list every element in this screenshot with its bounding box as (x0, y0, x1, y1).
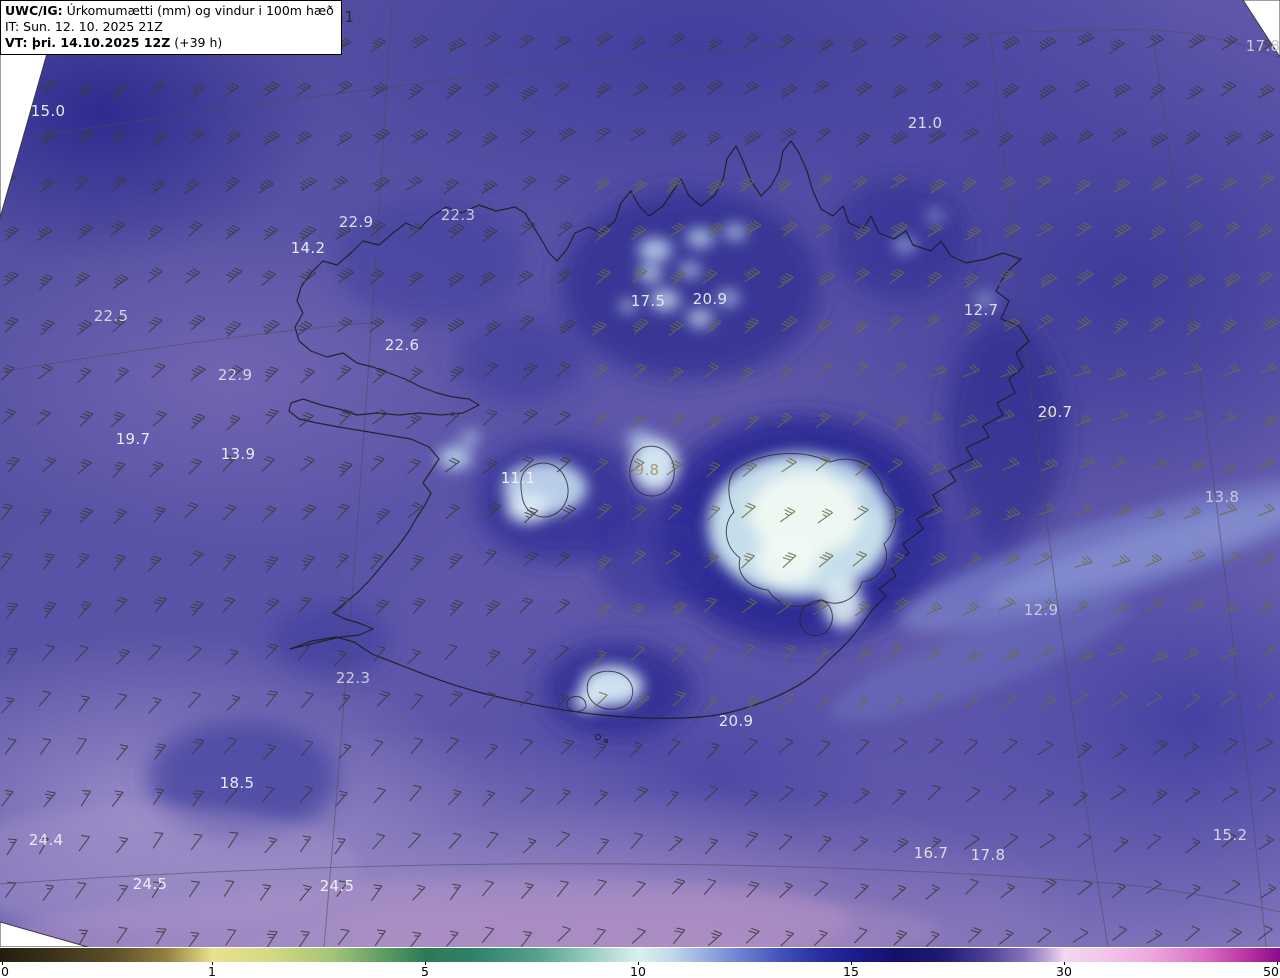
init-time-line: IT: Sun. 12. 10. 2025 21Z (5, 19, 163, 34)
value-label: 9.8 (634, 461, 660, 479)
value-label: 15.2 (1212, 826, 1248, 844)
colorbar-tick-label: 15 (843, 964, 859, 978)
value-label: 15.0 (30, 102, 66, 120)
colorbar-tick-label: 50 (1263, 964, 1279, 978)
colorbar-tick-label: 1 (208, 964, 216, 978)
value-label: 22.6 (384, 336, 420, 354)
colorbar-tick-label: 0 (1, 964, 9, 978)
value-label: 24.4 (28, 831, 64, 849)
precipitation-wind-map: 16.117.815.021.022.922.314.217.520.912.7… (0, 0, 1280, 947)
value-label: 12.7 (963, 301, 999, 319)
product-title: Úrkomumætti (mm) og vindur i 100m hæð (62, 3, 334, 18)
value-label: 18.5 (219, 774, 255, 792)
product-label: UWC/IG: (5, 3, 63, 18)
value-label: 22.9 (217, 366, 253, 384)
valid-time-offset: (+39 h) (170, 35, 223, 50)
colorbar-tick-label: 5 (421, 964, 429, 978)
valid-time: VT: þri. 14.10.2025 12Z (5, 35, 171, 50)
value-label: 17.8 (1245, 37, 1280, 55)
valid-time-line: VT: þri. 14.10.2025 12Z (+39 h) (5, 35, 334, 51)
value-label: 22.3 (335, 669, 371, 687)
value-label: 22.9 (338, 213, 374, 231)
value-label: 22.3 (440, 206, 476, 224)
colorbar-gradient (0, 948, 1280, 962)
value-label: 11.1 (500, 469, 536, 487)
forecast-title-box: UWC/IG: Úrkomumætti (mm) og vindur i 100… (0, 0, 342, 55)
value-label: 13.8 (1204, 488, 1240, 506)
value-label: 21.0 (907, 114, 943, 132)
value-label: 20.9 (718, 712, 754, 730)
value-label: 14.2 (290, 239, 326, 257)
colorbar-tick-label: 10 (630, 964, 646, 978)
colorbar: 0 1 5 10 15 30 50 (0, 947, 1280, 978)
colorbar-tick-label: 30 (1056, 964, 1072, 978)
value-label: 17.5 (630, 292, 666, 310)
product-line: UWC/IG: Úrkomumætti (mm) og vindur i 100… (5, 3, 334, 19)
value-label: 16.7 (913, 844, 949, 862)
value-label: 24.5 (319, 877, 355, 895)
value-label: 17.8 (970, 846, 1006, 864)
value-label: 19.7 (115, 430, 151, 448)
value-label: 20.9 (692, 290, 728, 308)
value-label: 24.5 (132, 875, 168, 893)
value-label: 13.9 (220, 445, 256, 463)
value-label: 12.9 (1023, 601, 1059, 619)
value-label: 22.5 (93, 307, 129, 325)
weather-forecast-screenshot: 16.117.815.021.022.922.314.217.520.912.7… (0, 0, 1280, 978)
value-label-layer: 16.117.815.021.022.922.314.217.520.912.7… (0, 0, 1280, 947)
value-label: 20.7 (1037, 403, 1073, 421)
